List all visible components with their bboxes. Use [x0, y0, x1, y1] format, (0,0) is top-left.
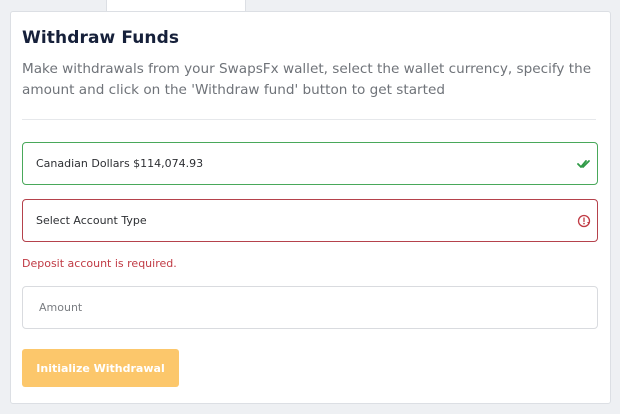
amount-input[interactable]: Amount — [22, 286, 598, 329]
amount-placeholder: Amount — [39, 301, 83, 314]
initialize-withdrawal-button[interactable]: Initialize Withdrawal — [22, 349, 179, 387]
withdraw-card: Withdraw Funds Make withdrawals from you… — [10, 11, 611, 404]
wallet-currency-value: Canadian Dollars $114,074.93 — [36, 157, 204, 170]
page-title: Withdraw Funds — [22, 28, 180, 48]
account-type-error: Deposit account is required. — [22, 257, 177, 270]
form-description: Make withdrawals from your SwapsFx walle… — [22, 61, 592, 98]
double-check-icon — [576, 156, 592, 172]
account-type-select[interactable]: Select Account Type — [22, 199, 598, 242]
account-type-value: Select Account Type — [36, 214, 147, 227]
error-icon — [576, 213, 592, 229]
divider — [22, 119, 596, 120]
wallet-currency-select[interactable]: Canadian Dollars $114,074.93 — [22, 142, 598, 185]
